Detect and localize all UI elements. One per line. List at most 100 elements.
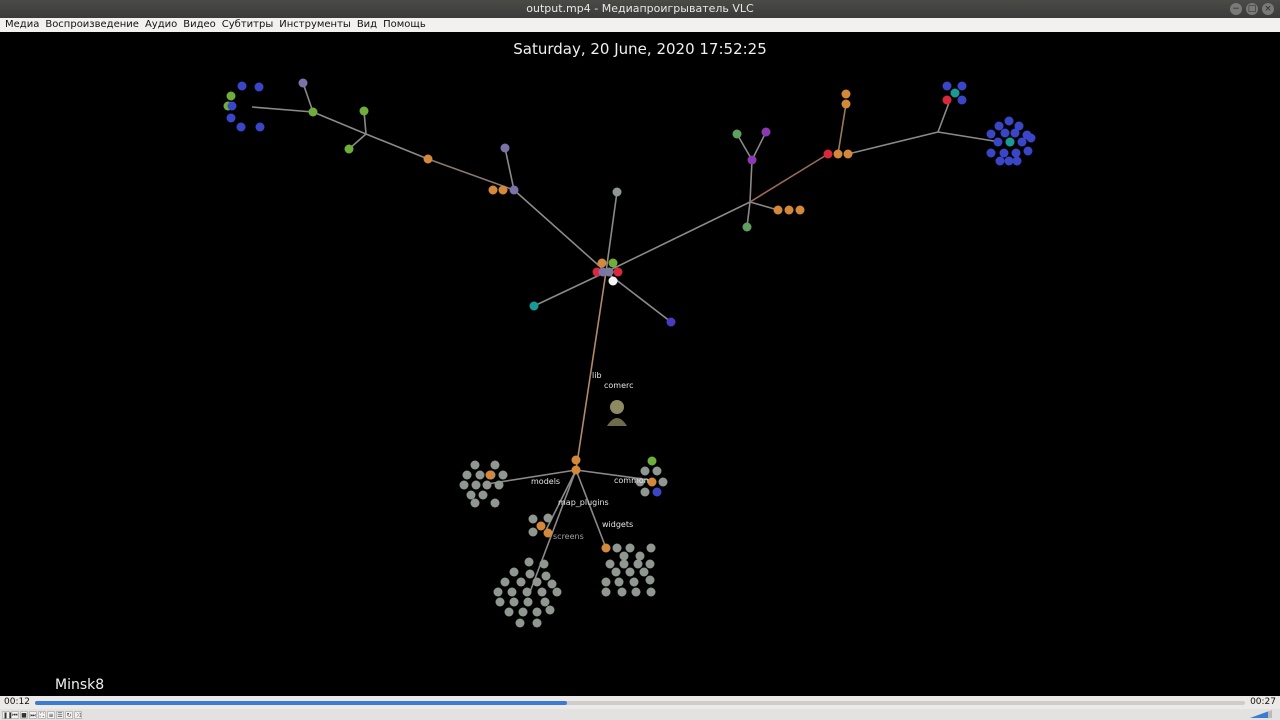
- file-node: [652, 487, 662, 497]
- file-node: [236, 122, 246, 132]
- file-node: [773, 205, 783, 215]
- file-node: [509, 597, 519, 607]
- control-bar: ❚❚ ⏮ ■ ⏭ ⛶ ≡ ☰ ↻ ⤨: [0, 709, 1280, 720]
- file-node: [532, 607, 542, 617]
- menu-tools[interactable]: Инструменты: [276, 18, 354, 32]
- file-node: [999, 148, 1009, 158]
- menu-help[interactable]: Помощь: [380, 18, 429, 32]
- file-node: [608, 276, 618, 286]
- file-node: [950, 88, 960, 98]
- file-node: [226, 113, 236, 123]
- file-node: [645, 575, 655, 585]
- dir-label-map-plugins: map_plugins: [558, 498, 609, 507]
- seek-slider[interactable]: [35, 701, 1245, 705]
- file-node: [646, 543, 656, 553]
- file-node: [507, 587, 517, 597]
- file-node: [459, 480, 469, 490]
- file-node: [942, 95, 952, 105]
- file-node: [608, 258, 618, 268]
- file-node: [823, 149, 833, 159]
- extended-settings-icon[interactable]: ≡: [47, 710, 55, 719]
- menu-video[interactable]: Видео: [180, 18, 219, 32]
- file-node: [500, 143, 510, 153]
- file-node: [528, 527, 538, 537]
- file-node: [601, 543, 611, 553]
- file-node: [986, 129, 996, 139]
- file-node: [518, 607, 528, 617]
- file-node: [571, 455, 581, 465]
- file-node: [423, 154, 433, 164]
- close-button[interactable]: ×: [1262, 3, 1274, 15]
- file-node: [666, 317, 676, 327]
- file-node: [509, 567, 519, 577]
- file-node: [986, 148, 996, 158]
- file-node: [494, 480, 504, 490]
- next-icon[interactable]: ⏭: [29, 710, 37, 719]
- dir-label-lib: lib: [592, 371, 602, 380]
- dir-label-screens: screens: [553, 532, 584, 541]
- file-node: [543, 528, 553, 538]
- file-node: [1010, 128, 1020, 138]
- file-node: [1012, 156, 1022, 166]
- file-node: [475, 470, 485, 480]
- pause-icon[interactable]: ❚❚: [2, 710, 13, 719]
- menu-view[interactable]: Вид: [354, 18, 380, 32]
- file-node: [633, 559, 643, 569]
- file-node: [833, 149, 843, 159]
- file-node: [537, 587, 547, 597]
- file-node: [597, 258, 607, 268]
- file-node: [1004, 116, 1014, 126]
- file-node: [658, 477, 668, 487]
- file-node: [647, 456, 657, 466]
- file-node: [547, 579, 557, 589]
- window-titlebar: output.mp4 - Медиапроигрыватель VLC − □ …: [0, 0, 1280, 18]
- file-node: [471, 480, 481, 490]
- file-node: [227, 101, 237, 111]
- file-node: [490, 498, 500, 508]
- file-node: [613, 267, 623, 277]
- previous-icon[interactable]: ⏮: [11, 710, 19, 719]
- total-time: 00:27: [1250, 697, 1276, 707]
- maximize-button[interactable]: □: [1246, 3, 1258, 15]
- file-node: [1011, 148, 1021, 158]
- file-node: [528, 514, 538, 524]
- menu-media[interactable]: Медиа: [2, 18, 42, 32]
- elapsed-time: 00:12: [4, 697, 30, 707]
- file-node: [1004, 156, 1014, 166]
- menu-playback[interactable]: Воспроизведение: [42, 18, 142, 32]
- file-node: [619, 551, 629, 561]
- file-node: [1017, 137, 1027, 147]
- file-node: [462, 470, 472, 480]
- file-node: [625, 567, 635, 577]
- playlist-icon[interactable]: ☰: [56, 710, 64, 719]
- file-node: [536, 521, 546, 531]
- file-node: [498, 470, 508, 480]
- file-node: [993, 137, 1003, 147]
- file-node: [485, 470, 495, 480]
- menu-audio[interactable]: Аудио: [142, 18, 180, 32]
- file-node: [732, 129, 742, 139]
- seek-bar-row: 00:12 00:27: [0, 696, 1280, 709]
- fullscreen-icon[interactable]: ⛶: [38, 710, 46, 719]
- video-area[interactable]: lib comerc models common map_plugins wid…: [0, 32, 1280, 696]
- file-node: [640, 487, 650, 497]
- stop-icon[interactable]: ■: [20, 710, 28, 719]
- file-node: [525, 569, 535, 579]
- file-node: [495, 597, 505, 607]
- file-node: [629, 577, 639, 587]
- minimize-button[interactable]: −: [1230, 3, 1242, 15]
- shuffle-icon[interactable]: ⤨: [74, 710, 82, 719]
- file-node: [611, 567, 621, 577]
- file-node: [509, 185, 519, 195]
- loop-icon[interactable]: ↻: [65, 710, 73, 719]
- file-node: [226, 91, 236, 101]
- file-node: [994, 121, 1004, 131]
- file-node: [466, 490, 476, 500]
- volume-slider[interactable]: [1250, 710, 1272, 718]
- file-node: [490, 460, 500, 470]
- file-node: [1005, 137, 1015, 147]
- menu-subtitles[interactable]: Субтитры: [219, 18, 276, 32]
- file-node: [942, 81, 952, 91]
- file-node: [540, 597, 550, 607]
- file-node: [601, 587, 611, 597]
